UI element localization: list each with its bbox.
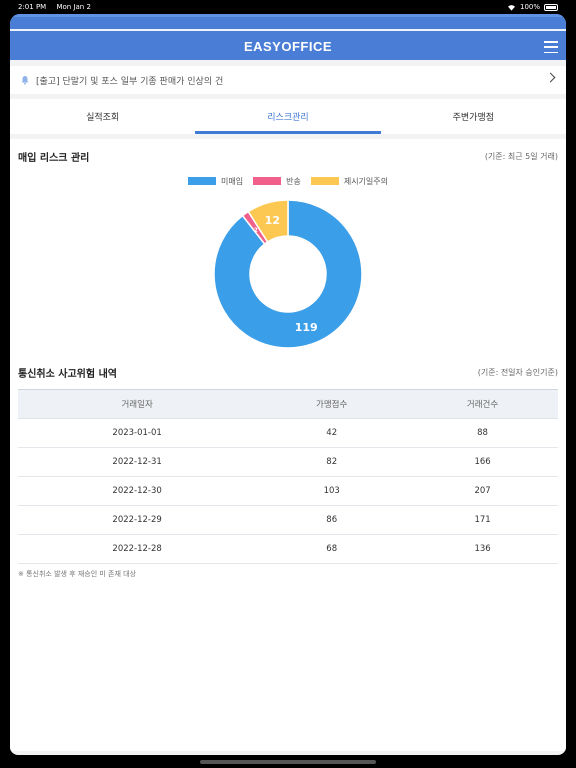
app-window: EASYOFFICE [출고] 단말기 및 포스 일부 기종 판매가 인상의 건… xyxy=(10,14,566,755)
status-time: 2:01 PM xyxy=(18,3,47,11)
cell-transactions: 166 xyxy=(407,447,558,477)
cell-date: 2022-12-28 xyxy=(18,534,257,564)
cell-transactions: 88 xyxy=(407,418,558,448)
cell-merchants: 103 xyxy=(256,476,408,506)
table-row[interactable]: 2022-12-29 86 171 xyxy=(18,505,558,535)
cell-merchants: 82 xyxy=(256,447,408,477)
cell-merchants: 68 xyxy=(256,534,408,564)
cancel-risk-table: 거래일자 가맹점수 거래건수 2023-01-01 42 88 2022-12-… xyxy=(18,389,558,564)
cell-merchants: 42 xyxy=(256,418,408,448)
col-header-merchants: 가맹점수 xyxy=(256,389,408,419)
status-date: Mon Jan 2 xyxy=(56,3,91,11)
chevron-right-icon[interactable] xyxy=(545,72,556,83)
risk-section-title: 매입 리스크 관리 xyxy=(18,152,90,164)
battery-icon xyxy=(544,3,558,11)
table-row[interactable]: 2023-01-01 42 88 xyxy=(18,418,558,448)
tab-risk-management[interactable]: 리스크관리 xyxy=(195,99,381,134)
table-header-row: 거래일자 가맹점수 거래건수 xyxy=(18,389,558,419)
data-label-returned: 2 xyxy=(254,227,258,234)
table-row[interactable]: 2022-12-30 103 207 xyxy=(18,476,558,506)
cell-date: 2022-12-29 xyxy=(18,505,257,535)
legend-item[interactable]: 반송 xyxy=(253,176,301,187)
legend-label: 반송 xyxy=(286,176,301,186)
legend-label: 미매입 xyxy=(221,176,244,186)
table-row[interactable]: 2022-12-31 82 166 xyxy=(18,447,558,477)
data-label-deadline-caution: 12 xyxy=(265,214,280,227)
legend-swatch xyxy=(188,177,216,185)
chart-legend: 미매입 반송 제시기일주의 xyxy=(18,175,558,187)
legend-item[interactable]: 미매입 xyxy=(188,176,243,187)
main-content: 매입 리스크 관리 (기준: 최근 5일 거래) 미매입 반송 제시기일주의 1… xyxy=(10,139,566,751)
col-header-transactions: 거래건수 xyxy=(407,389,558,419)
cell-date: 2022-12-30 xyxy=(18,476,257,506)
legend-swatch xyxy=(310,177,339,185)
cell-date: 2023-01-01 xyxy=(18,418,257,448)
hamburger-menu-icon[interactable] xyxy=(544,41,558,53)
table-row[interactable]: 2022-12-28 68 136 xyxy=(18,534,558,564)
risk-section-note: (기준: 최근 5일 거래) xyxy=(484,151,558,161)
cancel-section-title: 통신취소 사고위험 내역 xyxy=(18,368,117,380)
status-bar: 2:01 PM Mon Jan 2 100% xyxy=(0,0,576,14)
risk-section-header: 매입 리스크 관리 (기준: 최근 5일 거래) xyxy=(18,139,558,173)
cell-merchants: 86 xyxy=(256,505,408,535)
cell-transactions: 171 xyxy=(407,505,558,535)
cell-date: 2022-12-31 xyxy=(18,447,257,477)
notice-text: [출고] 단말기 및 포스 일부 기종 판매가 인상의 건 xyxy=(36,76,224,87)
cancel-section-header: 통신취소 사고위험 내역 (기준: 전일자 승인기준) xyxy=(18,355,558,389)
app-header: EASYOFFICE xyxy=(10,14,566,60)
home-indicator xyxy=(200,760,376,764)
legend-label: 제시기일주의 xyxy=(343,176,388,186)
battery-percent: 100% xyxy=(519,3,540,11)
legend-item[interactable]: 제시기일주의 xyxy=(310,176,388,187)
cancel-section-note: (기준: 전일자 승인기준) xyxy=(477,367,558,377)
tab-performance[interactable]: 실적조회 xyxy=(10,99,195,134)
cell-transactions: 207 xyxy=(407,476,558,506)
donut-chart: 119 2 12 xyxy=(213,199,363,349)
legend-swatch xyxy=(253,177,282,185)
tab-nearby-merchants[interactable]: 주변가맹점 xyxy=(381,99,566,134)
notice-bar[interactable]: [출고] 단말기 및 포스 일부 기종 판매가 인상의 건 xyxy=(10,66,566,94)
data-label-unpurchased: 119 xyxy=(295,321,318,334)
table-footnote: ※ 통신취소 발생 후 재승인 미 존재 대상 xyxy=(18,570,137,578)
wifi-icon xyxy=(507,4,515,11)
app-title: EASYOFFICE xyxy=(243,39,333,54)
bell-icon xyxy=(21,76,29,85)
cell-transactions: 136 xyxy=(407,534,558,564)
tab-bar: 실적조회 리스크관리 주변가맹점 xyxy=(10,99,566,134)
col-header-date: 거래일자 xyxy=(18,389,257,419)
